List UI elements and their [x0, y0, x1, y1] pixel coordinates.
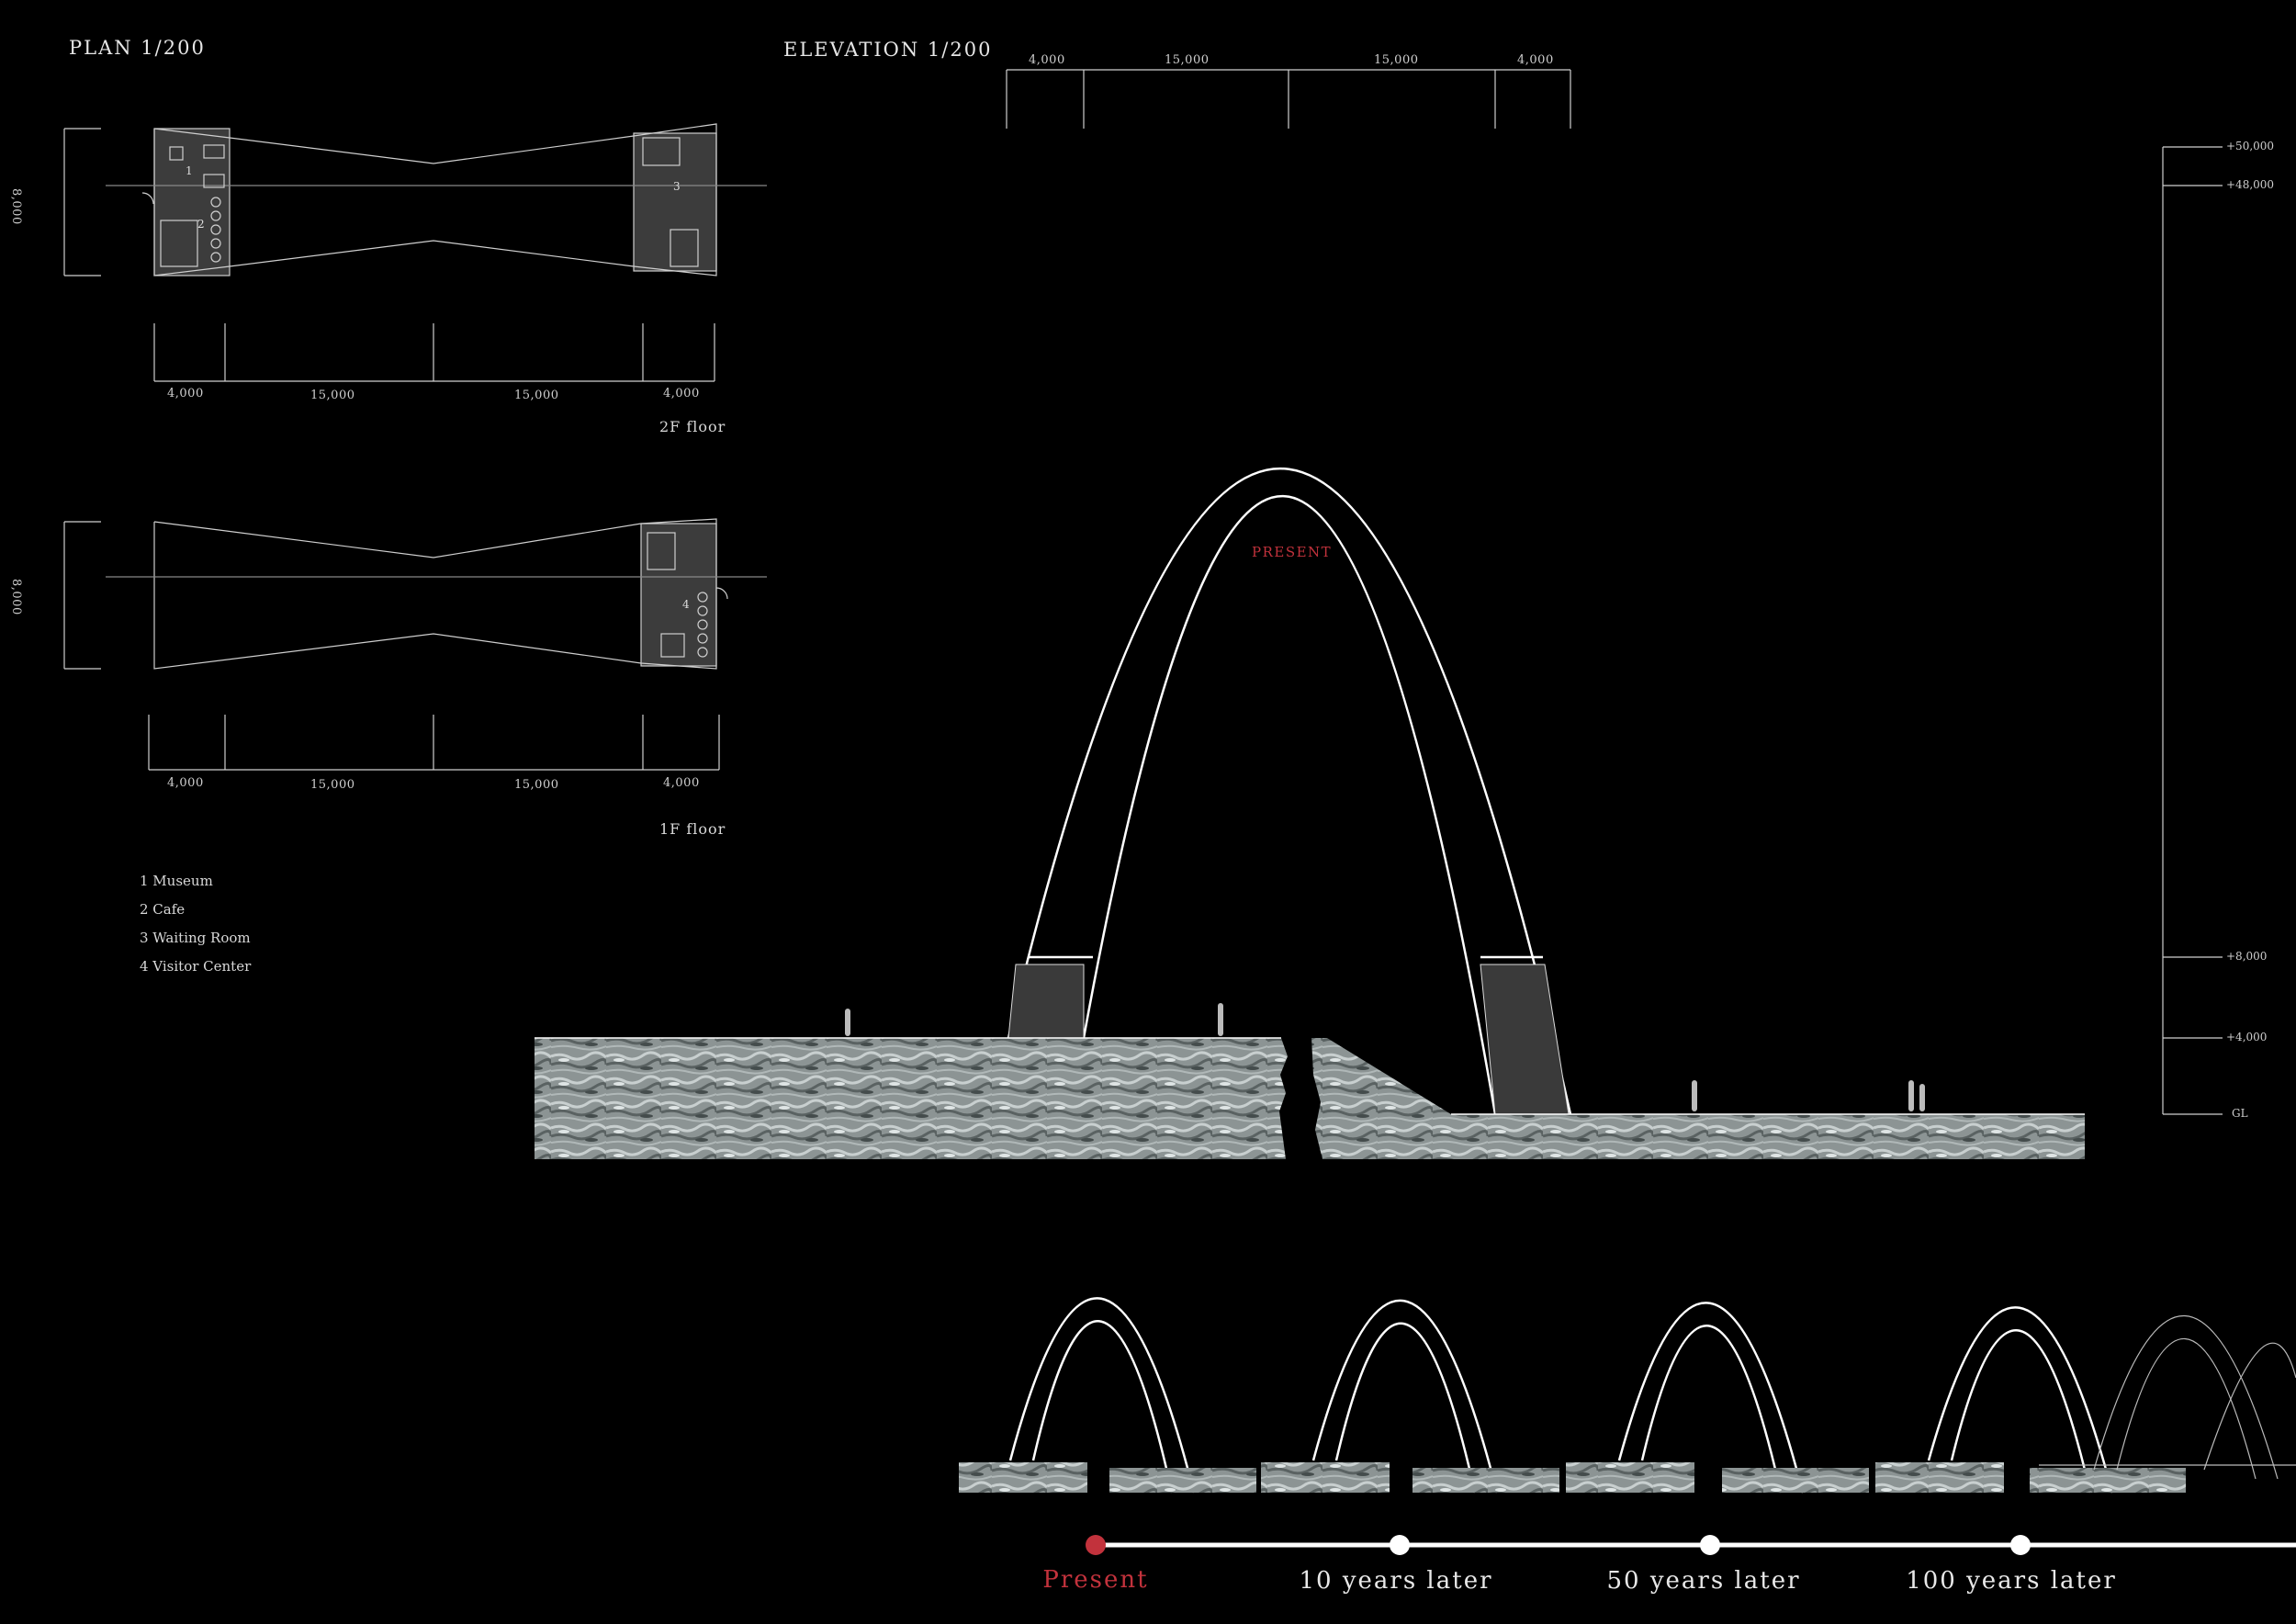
timeline-node-50y[interactable]: [1700, 1535, 1720, 1555]
level-4000: +4,000: [2226, 1031, 2268, 1043]
plan-1f-room-4: 4: [682, 598, 690, 611]
timeline-arch-present: [959, 1297, 1256, 1494]
plan-2f-width-dim: 8,000: [9, 188, 23, 225]
level-50000: +50,000: [2226, 140, 2275, 152]
plan-1f-dim-1: 4,000: [167, 776, 204, 790]
plan-2f: [63, 123, 767, 382]
plan-2f-room-3: 3: [673, 180, 681, 193]
timeline-arch-ghost: [2039, 1314, 2296, 1480]
legend-item-museum: 1 Museum: [140, 873, 213, 889]
plan-2f-dim-2: 15,000: [310, 389, 355, 402]
elevation-dim-3: 15,000: [1374, 53, 1419, 67]
arch-base-room-right: [1480, 964, 1570, 1115]
plan-2f-room-right: [633, 132, 717, 272]
plan-2f-dim-1: 4,000: [167, 387, 204, 400]
plan-2f-dim-4: 4,000: [663, 387, 700, 400]
elevation-dim-1: 4,000: [1029, 53, 1065, 67]
elevation-dim-2: 15,000: [1165, 53, 1210, 67]
timeline-label-present: Present: [1042, 1566, 1149, 1594]
arch-base-room-left: [1007, 964, 1085, 1039]
timeline-node-100y[interactable]: [2010, 1535, 2031, 1555]
timeline-node-present[interactable]: [1086, 1535, 1106, 1555]
plan-1f: [63, 518, 767, 771]
level-gl: GL: [2232, 1107, 2248, 1120]
legend-item-waiting-room: 3 Waiting Room: [140, 930, 251, 946]
plan-1f-label: 1F floor: [659, 820, 726, 838]
plan-1f-dim-2: 15,000: [310, 778, 355, 792]
legend-item-visitor-center: 4 Visitor Center: [140, 958, 252, 975]
timeline-arch-50y: [1566, 1302, 1869, 1494]
plan-2f-label: 2F floor: [659, 418, 726, 435]
timeline-label-10y: 10 years later: [1299, 1567, 1493, 1595]
plan-2f-dim-3: 15,000: [514, 389, 559, 402]
timeline-node-10y[interactable]: [1390, 1535, 1410, 1555]
elevation-top-dims: [1006, 69, 1571, 129]
elevation-present-label: PRESENT: [1252, 544, 1333, 560]
plan-1f-room-right: [640, 523, 717, 667]
plan-1f-dim-4: 4,000: [663, 776, 700, 790]
level-8000: +8,000: [2226, 950, 2268, 963]
timeline-label-50y: 50 years later: [1606, 1567, 1801, 1595]
level-48000: +48,000: [2226, 178, 2275, 191]
plan-1f-outline: [153, 518, 717, 670]
level-scale: [2162, 146, 2223, 1115]
plan-1f-dim-3: 15,000: [514, 778, 559, 792]
plan-1f-width-dim: 8,000: [9, 579, 23, 615]
timeline-label-100y: 100 years later: [1906, 1567, 2117, 1595]
timeline-arches: [959, 1297, 2296, 1494]
drawing-canvas: 1 2 3 4: [63, 69, 2296, 1555]
legend-item-cafe: 2 Cafe: [140, 901, 186, 918]
plan-2f-room-2: 2: [197, 218, 205, 231]
ground-rock-left: [535, 1038, 1288, 1159]
elevation-dim-4: 4,000: [1517, 53, 1554, 67]
timeline-arch-10y: [1261, 1299, 1559, 1494]
plan-2f-room-1: 1: [186, 164, 193, 177]
plan-2f-outline: [153, 123, 717, 276]
ground-rock-right: [1311, 1038, 2085, 1159]
arch-inner-curve: [1082, 494, 1497, 1115]
room-legend: 1 Museum 2 Cafe 3 Waiting Room 4 Visitor…: [140, 873, 251, 975]
